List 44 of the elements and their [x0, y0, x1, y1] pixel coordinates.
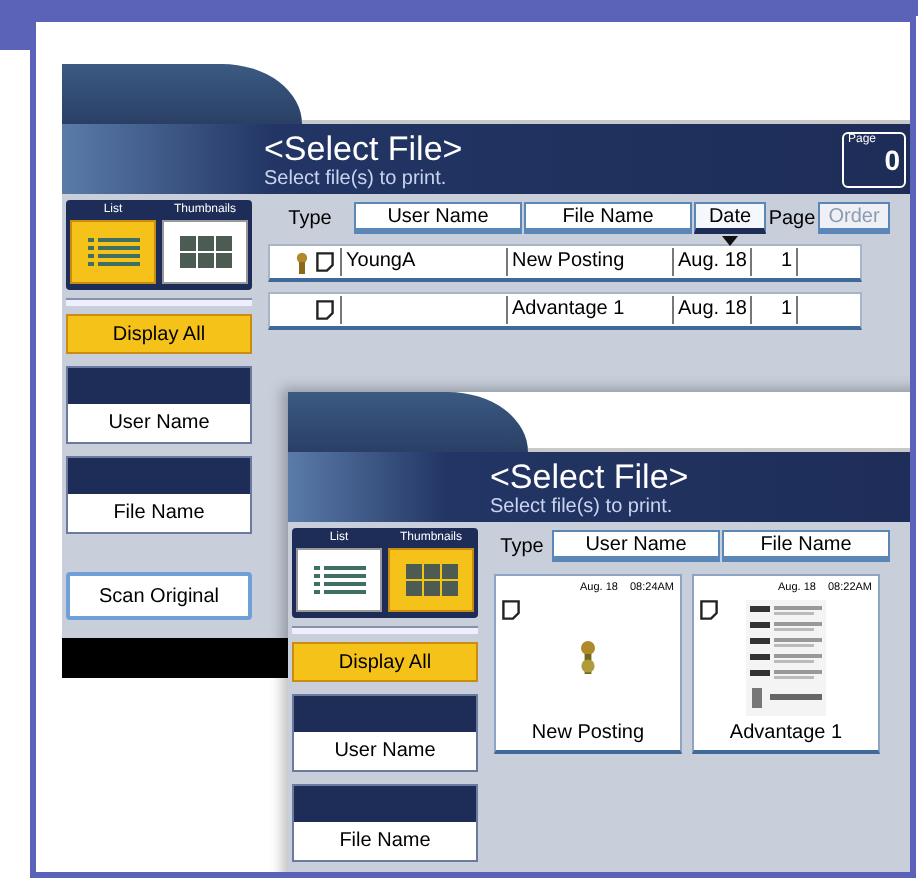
scan-original-button[interactable]: Scan Original: [66, 572, 252, 620]
filter-field[interactable]: User Name: [66, 366, 252, 444]
list-view-button[interactable]: [70, 220, 156, 284]
sort-button[interactable]: File Name: [524, 202, 692, 234]
document-icon: [502, 600, 520, 620]
column-label: Type: [286, 207, 334, 229]
key-icon: [578, 640, 598, 676]
screen-subtitle: Select file(s) to print.: [264, 167, 449, 189]
table-cell: Aug. 18: [672, 296, 750, 324]
display-all-button[interactable]: Display All: [292, 642, 478, 682]
file-row[interactable]: Advantage 1 Aug. 18 1: [268, 292, 862, 330]
list-icon: [87, 236, 139, 268]
grid-icon: [179, 236, 231, 268]
file-name: New Posting: [531, 722, 645, 748]
file-row[interactable]: YoungA New Posting Aug. 18 1: [268, 244, 862, 282]
sort-button[interactable]: File Name: [722, 530, 890, 562]
list-view-button[interactable]: [296, 548, 382, 612]
column-label: Page: [768, 207, 816, 229]
thumbnail-view-button[interactable]: [162, 220, 248, 284]
sort-button[interactable]: User Name: [354, 202, 522, 234]
document-icon: [316, 300, 334, 320]
screen-title: <Select File>: [490, 457, 691, 495]
document-preview-drawing: [746, 600, 826, 716]
filter-field[interactable]: User Name: [292, 694, 478, 772]
column-label: Type: [498, 535, 546, 557]
table-cell: New Posting: [506, 248, 672, 276]
screen-title: <Select File>: [264, 129, 465, 167]
display-all-button[interactable]: Display All: [66, 314, 252, 354]
filter-field[interactable]: File Name: [292, 784, 478, 862]
list-icon: [313, 564, 365, 596]
table-cell: YoungA: [340, 248, 506, 276]
grid-icon: [405, 564, 457, 596]
document-icon: [316, 252, 334, 272]
table-cell: 1: [750, 248, 798, 276]
screen-subtitle: Select file(s) to print.: [490, 495, 675, 517]
table-cell: Advantage 1: [506, 296, 672, 324]
thumbnail-view-button[interactable]: [388, 548, 474, 612]
table-cell: 1: [750, 296, 798, 324]
document-icon: [700, 600, 718, 620]
sort-arrow-icon: [722, 236, 738, 246]
filter-field[interactable]: File Name: [66, 456, 252, 534]
table-cell: Aug. 18: [672, 248, 750, 276]
file-name: Advantage 1: [729, 722, 843, 748]
sort-button[interactable]: User Name: [552, 530, 720, 562]
